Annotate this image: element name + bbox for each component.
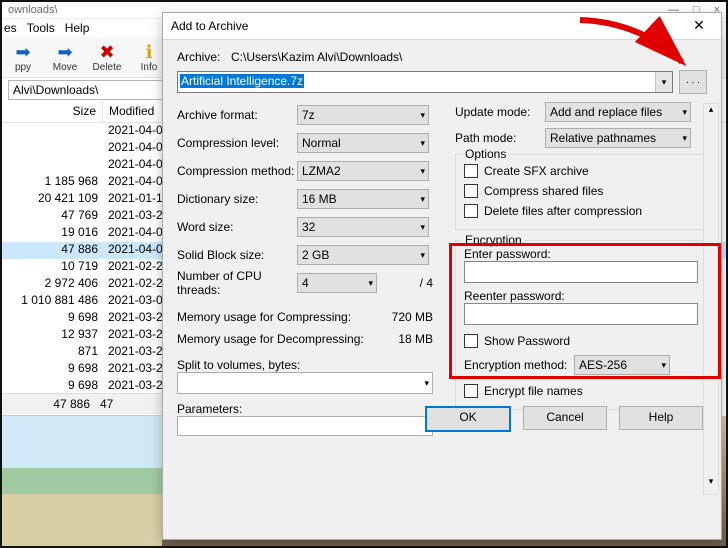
options-title: Options bbox=[462, 147, 509, 161]
menu-item[interactable]: es bbox=[4, 21, 17, 35]
archive-name-input[interactable]: Artificial Intelligence.7z ▾ bbox=[177, 71, 673, 93]
chevron-down-icon: ▾ bbox=[420, 138, 425, 149]
show-pw-checkbox[interactable]: Show Password bbox=[464, 331, 698, 351]
delete-checkbox[interactable]: Delete files after compression bbox=[464, 201, 698, 221]
archive-folder-path: C:\Users\Kazim Alvi\Downloads\ bbox=[231, 50, 402, 64]
chevron-down-icon: ▾ bbox=[420, 250, 425, 261]
block-label: Solid Block size: bbox=[177, 248, 297, 262]
block-select[interactable]: 2 GB▾ bbox=[297, 245, 429, 265]
chevron-down-icon: ▾ bbox=[661, 360, 666, 371]
word-label: Word size: bbox=[177, 220, 297, 234]
col-size[interactable]: Size bbox=[2, 102, 103, 122]
params-label: Parameters: bbox=[177, 402, 433, 416]
encryption-title: Encryption bbox=[462, 233, 525, 247]
method-select[interactable]: LZMA2▾ bbox=[297, 161, 429, 181]
reenter-pw-input[interactable] bbox=[464, 303, 698, 325]
method-label: Compression method: bbox=[177, 164, 297, 178]
chevron-down-icon: ▾ bbox=[368, 278, 373, 289]
dict-select[interactable]: 16 MB▾ bbox=[297, 189, 429, 209]
chevron-down-icon: ▾ bbox=[420, 166, 425, 177]
cancel-button[interactable]: Cancel bbox=[523, 406, 607, 430]
level-select[interactable]: Normal▾ bbox=[297, 133, 429, 153]
fm-title: ownloads\ bbox=[8, 2, 58, 18]
browse-button[interactable]: . . . bbox=[679, 70, 707, 94]
archive-name-value: Artificial Intelligence.7z bbox=[180, 74, 304, 88]
menu-item[interactable]: Tools bbox=[27, 21, 55, 35]
encrypt-names-checkbox[interactable]: Encrypt file names bbox=[464, 381, 698, 401]
toolbar-button[interactable]: ➡ppy bbox=[4, 42, 42, 73]
enc-method-label: Encryption method: bbox=[464, 358, 574, 372]
ok-button[interactable]: OK bbox=[425, 406, 511, 432]
path-text: Alvi\Downloads\ bbox=[13, 83, 98, 97]
dialog-close-button[interactable]: ✕ bbox=[685, 16, 713, 36]
archive-label: Archive: bbox=[177, 50, 227, 64]
memd-label: Memory usage for Decompressing: bbox=[177, 332, 364, 346]
background-image bbox=[2, 415, 162, 546]
chevron-down-icon: ▾ bbox=[420, 222, 425, 233]
options-group: Options Create SFX archive Compress shar… bbox=[455, 154, 707, 230]
toolbar-button[interactable]: ✖Delete bbox=[88, 42, 126, 73]
dict-label: Dictionary size: bbox=[177, 192, 297, 206]
split-label: Split to volumes, bytes: bbox=[177, 358, 433, 372]
cpu-select[interactable]: 4▾ bbox=[297, 273, 377, 293]
add-to-archive-dialog: Add to Archive ✕ Archive: C:\Users\Kazim… bbox=[162, 12, 722, 540]
memc-value: 720 MB bbox=[392, 310, 433, 324]
sfx-checkbox[interactable]: Create SFX archive bbox=[464, 161, 698, 181]
chevron-down-icon: ▾ bbox=[424, 378, 429, 389]
statusbar: 47 88647 bbox=[2, 393, 166, 414]
update-select[interactable]: Add and replace files▾ bbox=[545, 102, 691, 122]
menu-item[interactable]: Help bbox=[65, 21, 90, 35]
chevron-down-icon: ▾ bbox=[420, 110, 425, 121]
reenter-pw-label: Reenter password: bbox=[464, 289, 698, 303]
chevron-down-icon: ▾ bbox=[420, 194, 425, 205]
format-label: Archive format: bbox=[177, 108, 297, 122]
cpu-total: / 4 bbox=[420, 276, 433, 290]
enter-pw-label: Enter password: bbox=[464, 247, 698, 261]
params-input[interactable] bbox=[177, 416, 433, 436]
dialog-title: Add to Archive bbox=[171, 19, 248, 33]
enter-pw-input[interactable] bbox=[464, 261, 698, 283]
toolbar-button[interactable]: ➡Move bbox=[46, 42, 84, 73]
encryption-group: Encryption Enter password: Reenter passw… bbox=[455, 240, 707, 410]
chevron-down-icon: ▾ bbox=[682, 107, 687, 118]
pathmode-label: Path mode: bbox=[455, 131, 545, 145]
pathmode-select[interactable]: Relative pathnames▾ bbox=[545, 128, 691, 148]
cpu-label: Number of CPU threads: bbox=[177, 269, 297, 297]
format-select[interactable]: 7z▾ bbox=[297, 105, 429, 125]
update-label: Update mode: bbox=[455, 105, 545, 119]
chevron-down-icon: ▾ bbox=[682, 133, 687, 144]
scrollbar[interactable]: ▴ ▾ bbox=[703, 103, 719, 495]
memc-label: Memory usage for Compressing: bbox=[177, 310, 351, 324]
shared-checkbox[interactable]: Compress shared files bbox=[464, 181, 698, 201]
word-select[interactable]: 32▾ bbox=[297, 217, 429, 237]
level-label: Compression level: bbox=[177, 136, 297, 150]
chevron-down-icon[interactable]: ▾ bbox=[655, 72, 672, 92]
split-input[interactable]: ▾ bbox=[177, 372, 433, 394]
enc-method-select[interactable]: AES-256▾ bbox=[574, 355, 670, 375]
memd-value: 18 MB bbox=[398, 332, 433, 346]
help-button[interactable]: Help bbox=[619, 406, 703, 430]
